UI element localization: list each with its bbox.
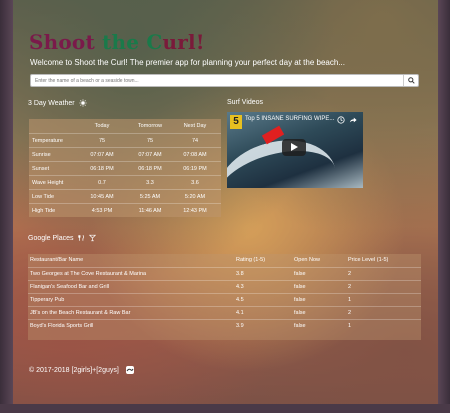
weather-cell: 75: [146, 138, 154, 144]
weather-row: High Tide 4:53 PM 11:46 AM 12:43 PM: [29, 203, 221, 217]
play-button[interactable]: [282, 139, 306, 156]
title-segment: the: [102, 30, 147, 54]
search-input[interactable]: [31, 75, 403, 86]
weather-col-header: Next Day: [183, 123, 207, 129]
weather-cell: 10:45 AM: [90, 194, 114, 200]
weather-row-label: Sunrise: [32, 152, 51, 158]
place-price-level: 2: [348, 310, 352, 316]
weather-cell: 11:46 AM: [138, 208, 162, 214]
weather-row-label: Sunset: [32, 166, 50, 172]
cocktail-icon: [89, 234, 97, 242]
place-rating: 3.9: [236, 323, 244, 329]
wave-logo-icon: [125, 366, 134, 374]
place-open-now: false: [294, 271, 306, 277]
weather-cell: 74: [191, 138, 199, 144]
weather-cell: 75: [98, 138, 106, 144]
weather-row: Sunrise 07:07 AM 07:07 AM 07:08 AM: [29, 147, 221, 161]
weather-row: Wave Height 0.7 3.3 3.6: [29, 175, 221, 189]
place-name: Flanigan's Seafood Bar and Grill: [30, 284, 110, 290]
weather-cell: 06:18 PM: [138, 166, 162, 172]
table-row: Tipperary Pub 4.5 false 1: [28, 293, 421, 306]
share-icon[interactable]: [349, 116, 357, 124]
background-frame-bottom: [0, 404, 450, 413]
weather-cell: 4:53 PM: [91, 208, 113, 214]
place-rating: 4.3: [236, 284, 244, 290]
weather-cell: 07:07 AM: [90, 152, 114, 158]
weather-cell: 07:08 AM: [183, 152, 207, 158]
place-price-level: 1: [348, 297, 352, 303]
video-channel-badge: 5: [230, 115, 242, 129]
video-title[interactable]: Top 5 INSANE SURFING WIPE...: [245, 116, 334, 122]
background-frame-left: [0, 0, 13, 413]
copyright-text: © 2017-2018 [2girls]+[2guys]: [29, 366, 119, 374]
weather-cell: 3.3: [146, 180, 154, 186]
weather-row: Low Tide 10:45 AM 5:25 AM 5:20 AM: [29, 189, 221, 203]
weather-row: Temperature 75 75 74: [29, 133, 221, 147]
weather-cell: 06:18 PM: [90, 166, 114, 172]
title-segment: hoot: [43, 30, 103, 54]
table-row: Two Georges at The Cove Restaurant & Mar…: [28, 267, 421, 280]
weather-cell: 5:25 AM: [139, 194, 161, 200]
weather-cell: 12:43 PM: [183, 208, 207, 214]
weather-row-label: High Tide: [32, 208, 56, 214]
fork-knife-icon: [78, 234, 85, 241]
place-price-level: 2: [348, 271, 352, 277]
place-open-now: false: [294, 297, 306, 303]
weather-row-label: Low Tide: [32, 194, 55, 200]
page-title: Shoot the Curl!: [29, 30, 205, 54]
place-rating: 3.8: [236, 271, 244, 277]
places-table: Restaurant/Bar Name Rating (1-5) Open No…: [28, 254, 421, 340]
weather-heading-label: 3 Day Weather: [28, 99, 75, 107]
weather-row-label: Wave Height: [32, 180, 64, 186]
weather-heading: 3 Day Weather: [28, 99, 87, 107]
places-col-header: Rating (1-5): [236, 257, 266, 263]
table-row: Flanigan's Seafood Bar and Grill 4.3 fal…: [28, 280, 421, 293]
video-player[interactable]: 5 Top 5 INSANE SURFING WIPE...: [227, 112, 363, 188]
weather-cell: 06:19 PM: [183, 166, 207, 172]
place-name: Two Georges at The Cove Restaurant & Mar…: [30, 271, 147, 277]
weather-cell: 0.7: [98, 180, 106, 186]
places-heading-label: Google Places: [28, 234, 74, 242]
video-thumbnail-wave: [227, 127, 346, 188]
weather-cell: 3.6: [191, 180, 199, 186]
place-name: Tipperary Pub: [30, 297, 65, 303]
search-button[interactable]: [403, 75, 418, 86]
places-heading: Google Places: [28, 234, 97, 242]
weather-col-header: Tomorrow: [137, 123, 163, 129]
search-bar: [30, 74, 419, 87]
weather-cell: 5:20 AM: [184, 194, 206, 200]
background-frame-right: [438, 0, 450, 413]
videos-heading: Surf Videos: [227, 99, 264, 106]
places-col-header: Restaurant/Bar Name: [30, 257, 84, 263]
weather-table: Today Tomorrow Next Day Temperature 75 7…: [29, 119, 221, 217]
table-row: Boyd's Florida Sports Grill 3.9 false 1: [28, 319, 421, 332]
footer: © 2017-2018 [2girls]+[2guys]: [29, 365, 135, 375]
place-name: JB's on the Beach Restaurant & Raw Bar: [30, 310, 131, 316]
tagline: Welcome to Shoot the Curl! The premier a…: [30, 58, 345, 67]
places-header-row: Restaurant/Bar Name Rating (1-5) Open No…: [28, 254, 421, 266]
places-col-header: Price Level (1-5): [348, 257, 389, 263]
weather-header-row: Today Tomorrow Next Day: [29, 119, 221, 132]
place-price-level: 2: [348, 284, 352, 290]
weather-row: Sunset 06:18 PM 06:18 PM 06:19 PM: [29, 161, 221, 175]
weather-col-header: Today: [94, 123, 110, 129]
weather-row-label: Temperature: [32, 138, 63, 144]
clock-icon[interactable]: [337, 116, 345, 124]
places-col-header: Open Now: [294, 257, 320, 263]
place-open-now: false: [294, 284, 306, 290]
title-segment: url!: [162, 30, 205, 54]
place-rating: 4.5: [236, 297, 244, 303]
sun-icon: [78, 99, 87, 107]
weather-cell: 07:07 AM: [138, 152, 162, 158]
search-icon: [407, 77, 415, 84]
title-segment: S: [29, 30, 44, 54]
title-segment: C: [146, 30, 163, 54]
place-open-now: false: [294, 310, 306, 316]
place-open-now: false: [294, 323, 306, 329]
table-row: JB's on the Beach Restaurant & Raw Bar 4…: [28, 306, 421, 319]
place-rating: 4.1: [236, 310, 244, 316]
place-price-level: 1: [348, 323, 352, 329]
place-name: Boyd's Florida Sports Grill: [30, 323, 94, 329]
